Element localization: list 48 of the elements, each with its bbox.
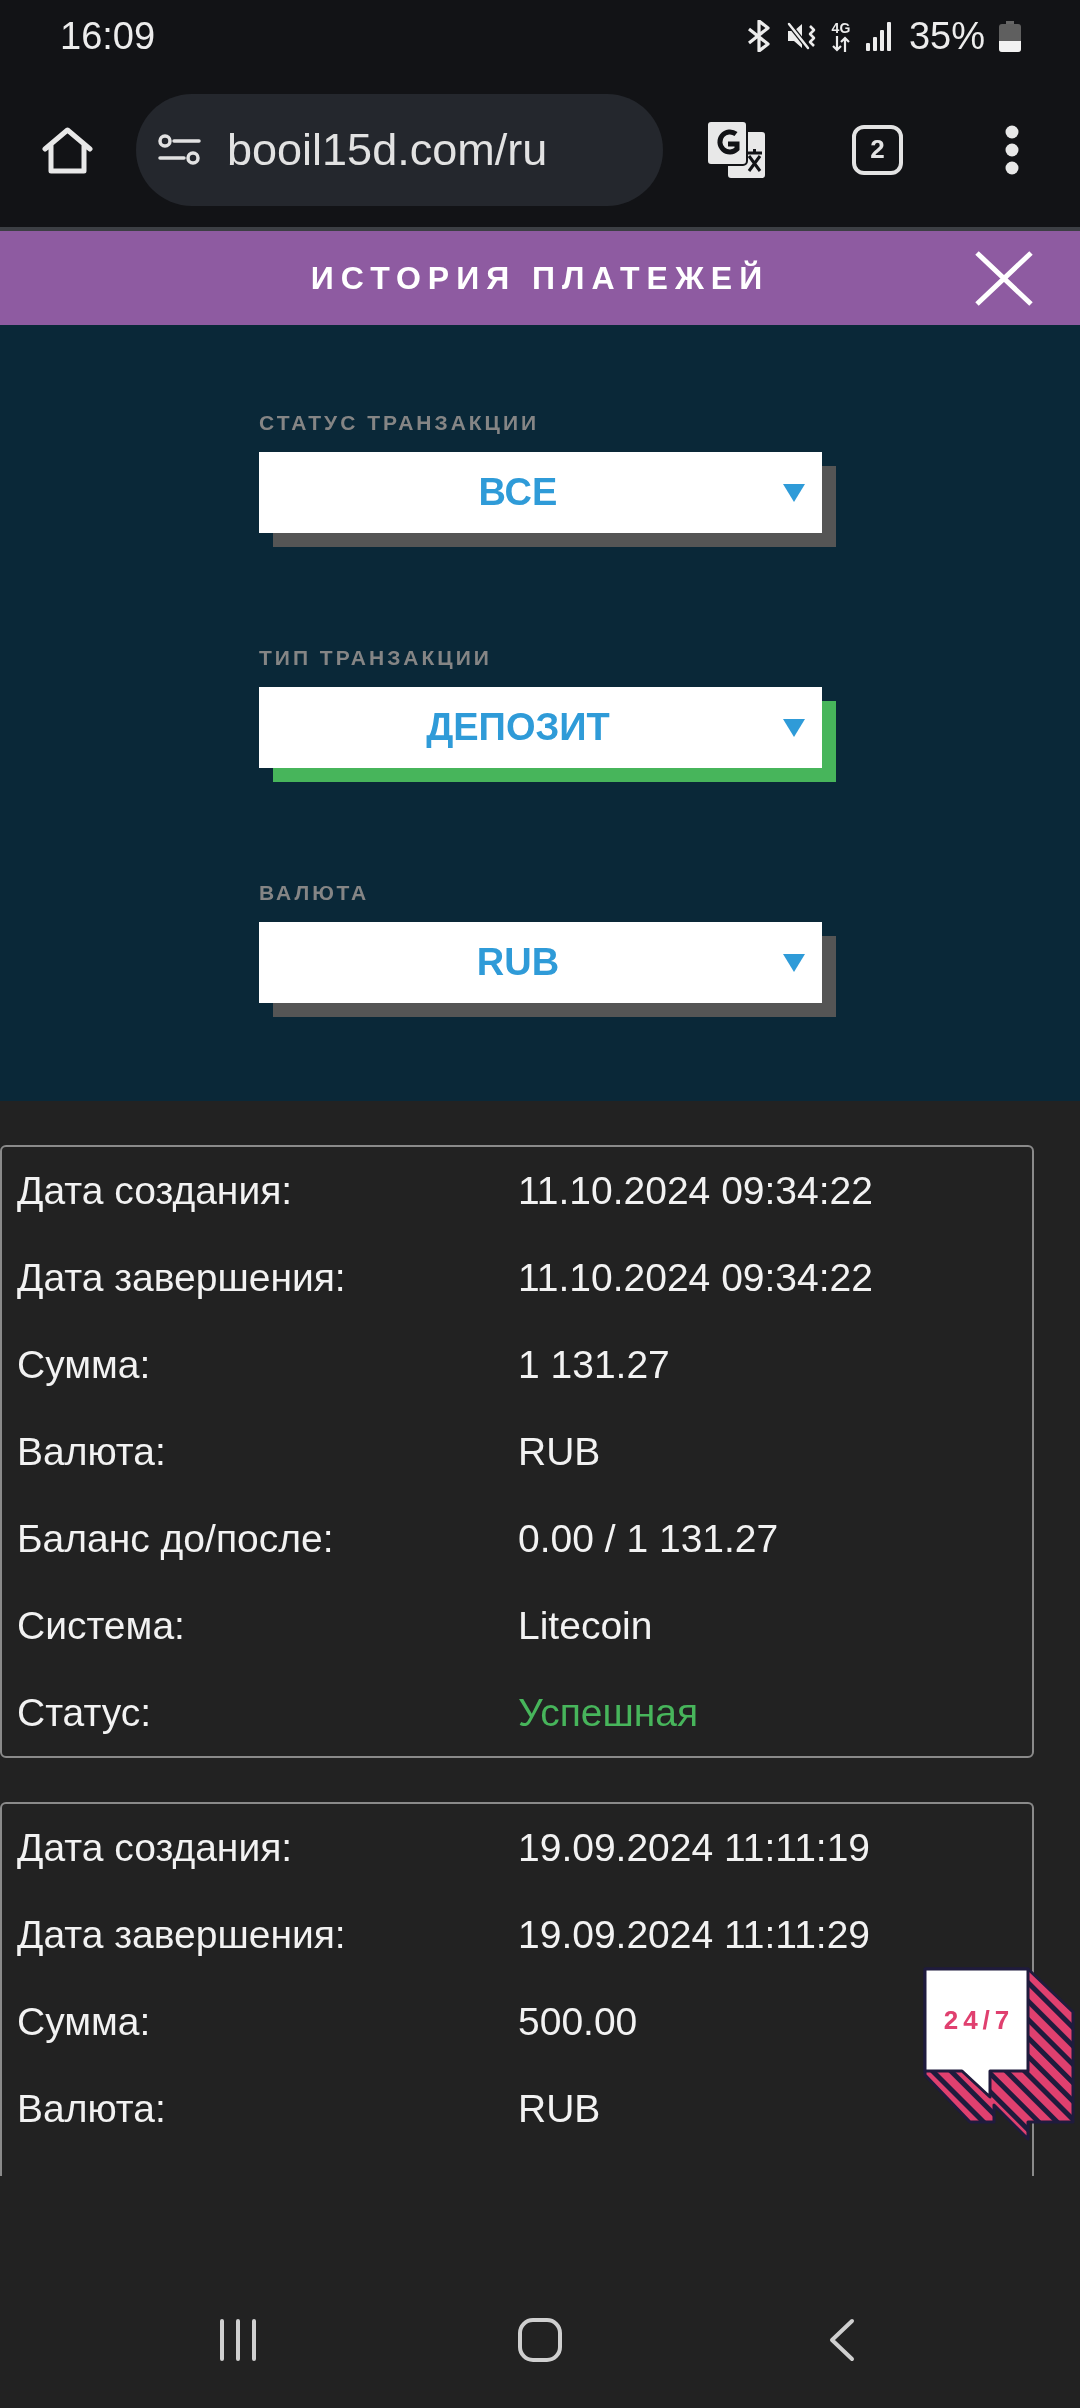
field-value: RUB (518, 2086, 601, 2131)
filter-label: ТИП ТРАНЗАКЦИИ (259, 646, 492, 670)
caret-down-icon (783, 483, 805, 502)
field-value: 11.10.2024 09:34:22 (518, 1255, 873, 1300)
filter-label: СТАТУС ТРАНЗАКЦИИ (259, 411, 540, 435)
field-label: Сумма: (17, 1342, 151, 1387)
data-arrows-icon (830, 35, 851, 52)
status-bar-time: 16:09 (60, 17, 156, 55)
filter-label: ВАЛЮТА (259, 881, 370, 905)
speech-bubble-icon (922, 1965, 1075, 2141)
field-label: Дата создания: (17, 1168, 293, 1213)
close-icon[interactable] (974, 249, 1034, 307)
field-value: 500.00 (518, 1999, 638, 2044)
field-label: Баланс до/после: (17, 1516, 334, 1561)
field-value: RUB (518, 1429, 601, 1474)
field-label: Дата завершения: (17, 1912, 346, 1957)
site-settings-icon[interactable] (158, 134, 201, 165)
home-icon[interactable] (518, 2318, 562, 2362)
battery-icon (999, 20, 1021, 52)
field-label: Система: (17, 1603, 185, 1648)
muted-speaker-icon (785, 21, 817, 51)
support-chat-button[interactable]: 24/7 (922, 1965, 1075, 2141)
caret-down-icon (783, 953, 805, 972)
field-label: Сумма: (17, 1999, 151, 2044)
field-value: 1 131.27 (518, 1342, 670, 1387)
field-value: 19.09.2024 11:11:29 (518, 1912, 871, 1957)
recent-apps-icon[interactable] (219, 2318, 257, 2362)
menu-icon[interactable] (1005, 124, 1019, 175)
field-value: 19.09.2024 11:11:19 (518, 1825, 871, 1870)
bluetooth-icon (745, 20, 772, 52)
network-type: 4G (831, 20, 851, 35)
home-icon[interactable] (42, 125, 93, 174)
field-label: Валюта: (17, 1429, 166, 1474)
field-label: Дата завершения: (17, 1255, 346, 1300)
field-value: 11.10.2024 09:34:22 (518, 1168, 873, 1213)
battery-percentage: 35% (908, 17, 985, 55)
address-bar[interactable]: booil15d.com/ru (136, 93, 663, 206)
back-icon[interactable] (829, 2318, 855, 2362)
dialog-title: ИСТОРИЯ ПЛАТЕЖЕЙ (310, 259, 770, 297)
field-label: Валюта: (17, 2086, 166, 2131)
field-value: Litecoin (518, 1603, 653, 1648)
status-value: Успешная (518, 1690, 699, 1735)
field-label: Статус: (17, 1690, 152, 1735)
tab-switcher-button[interactable]: 2 (852, 124, 903, 175)
field-value: 0.00 / 1 131.27 (518, 1516, 779, 1561)
signal-icon (864, 21, 893, 51)
caret-down-icon (783, 718, 805, 737)
field-label: Дата создания: (17, 1825, 293, 1870)
